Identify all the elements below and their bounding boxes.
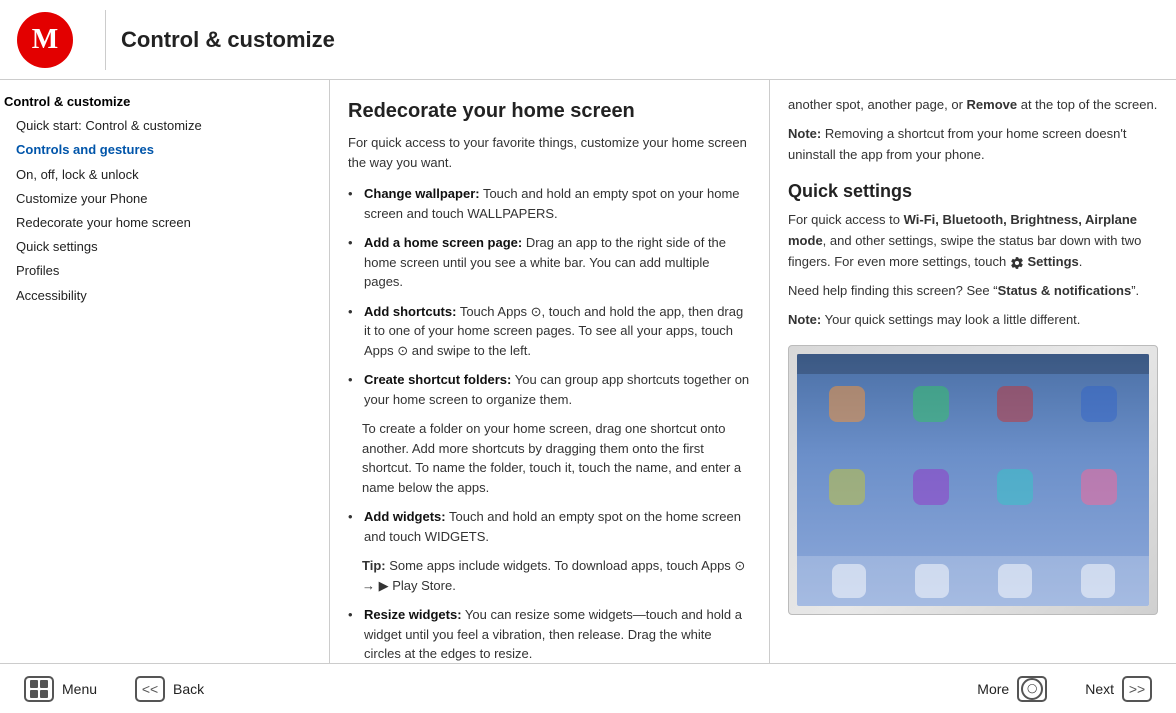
qs-intro: For quick access to [788, 212, 900, 227]
menu-icon [24, 676, 54, 702]
phone-dock-icon [832, 564, 866, 598]
bullet-bold-add-widgets: Add widgets: [364, 509, 446, 524]
phone-dock [797, 556, 1149, 606]
content-intro: For quick access to your favorite things… [348, 133, 751, 172]
bottom-toolbar: Menu << Back More ◯ Next >> [0, 663, 1176, 713]
sidebar-item-redecorate-home[interactable]: Redecorate your home screen [0, 211, 329, 235]
menu-button[interactable]: Menu [10, 670, 111, 708]
sidebar-item-profiles[interactable]: Profiles [0, 259, 329, 283]
sidebar-item-controls-gestures[interactable]: Controls and gestures [0, 138, 329, 162]
next-button[interactable]: Next >> [1071, 670, 1166, 708]
bullet-list-2: • Add widgets: Touch and hold an empty s… [348, 507, 751, 546]
phone-app-icon [997, 469, 1033, 505]
content-area: Redecorate your home screen For quick ac… [330, 80, 1176, 663]
bullet-list: • Change wallpaper: Touch and hold an em… [348, 184, 751, 409]
toolbar-right: More ◯ Next >> [963, 670, 1176, 708]
header: M Control & customize [0, 0, 1176, 80]
more-button[interactable]: More ◯ [963, 670, 1061, 708]
remove-label: Remove [967, 97, 1018, 112]
continuation-text: another spot, another page, or [788, 97, 963, 112]
motorola-logo: M [17, 12, 73, 68]
quick-settings-content: For quick access to Wi-Fi, Bluetooth, Br… [788, 210, 1158, 272]
note1: Note: Removing a shortcut from your home… [788, 124, 1158, 166]
bullet-bold-resize-widgets: Resize widgets: [364, 607, 462, 622]
phone-screenshot [788, 345, 1158, 615]
phone-dock-icon [1081, 564, 1115, 598]
page-title: Control & customize [121, 27, 335, 53]
right-panel: another spot, another page, or Remove at… [770, 80, 1176, 663]
list-item: • Create shortcut folders: You can group… [348, 370, 751, 409]
status-notifications-label: Status & notifications [998, 283, 1132, 298]
phone-app-icon [1081, 386, 1117, 422]
list-item: • Resize widgets: You can resize some wi… [348, 605, 751, 663]
sidebar-item-accessibility[interactable]: Accessibility [0, 284, 329, 308]
help-text: Need help finding this screen? See “Stat… [788, 281, 1158, 302]
sidebar-item-control-customize[interactable]: Control & customize [0, 90, 329, 114]
toolbar-left: Menu << Back [0, 670, 218, 708]
main-content-panel: Redecorate your home screen For quick ac… [330, 80, 770, 663]
sidebar-item-customize-phone[interactable]: Customize your Phone [0, 187, 329, 211]
sidebar-item-quick-start[interactable]: Quick start: Control & customize [0, 114, 329, 138]
main-layout: Control & customizeQuick start: Control … [0, 80, 1176, 663]
settings-gear-icon [1010, 256, 1024, 270]
bullet-bold-create-folders: Create shortcut folders: [364, 372, 511, 387]
phone-status-bar [797, 354, 1149, 374]
note2-text: Your quick settings may look a little di… [821, 312, 1080, 327]
phone-screen [797, 354, 1149, 606]
sub-paragraph: To create a folder on your home screen, … [362, 419, 751, 497]
settings-label: Settings [1027, 254, 1078, 269]
next-icon: >> [1122, 676, 1152, 702]
content-title: Redecorate your home screen [348, 100, 751, 123]
phone-app-icon [1081, 469, 1117, 505]
phone-app-icon [829, 469, 865, 505]
phone-app-icon [997, 386, 1033, 422]
qs-text: , and other settings, swipe the status b… [788, 233, 1141, 269]
quick-settings-title: Quick settings [788, 181, 1158, 202]
more-icon: ◯ [1017, 676, 1047, 702]
continuation-text2: at the top of the screen. [1017, 97, 1157, 112]
sidebar-item-on-off-lock[interactable]: On, off, lock & unlock [0, 163, 329, 187]
menu-label: Menu [62, 681, 97, 697]
list-item: • Add shortcuts: Touch Apps ⊙, touch and… [348, 302, 751, 361]
header-divider [105, 10, 106, 70]
phone-app-icon [913, 469, 949, 505]
tip-note: Tip: Some apps include widgets. To downl… [362, 556, 751, 595]
tip-text: Some apps include widgets. To download a… [362, 558, 745, 593]
back-button[interactable]: << Back [121, 670, 218, 708]
back-icon: << [135, 676, 165, 702]
bullet-bold-add-shortcuts: Add shortcuts: [364, 304, 456, 319]
more-label: More [977, 681, 1009, 697]
right-continuation: another spot, another page, or Remove at… [788, 95, 1158, 116]
phone-app-icon [829, 386, 865, 422]
phone-dock-icon [998, 564, 1032, 598]
next-label: Next [1085, 681, 1114, 697]
note2: Note: Your quick settings may look a lit… [788, 310, 1158, 331]
bullet-list-3: • Resize widgets: You can resize some wi… [348, 605, 751, 663]
tip-label: Tip: [362, 558, 386, 573]
list-item: • Add a home screen page: Drag an app to… [348, 233, 751, 292]
note1-label: Note: [788, 126, 821, 141]
sidebar: Control & customizeQuick start: Control … [0, 80, 330, 663]
phone-icons-area [797, 374, 1149, 556]
phone-app-icon [913, 386, 949, 422]
phone-dock-icon [915, 564, 949, 598]
logo-area: M [0, 2, 90, 78]
bullet-bold-add-home-page: Add a home screen page: [364, 235, 522, 250]
list-item: • Change wallpaper: Touch and hold an em… [348, 184, 751, 223]
back-label: Back [173, 681, 204, 697]
bullet-bold-change-wallpaper: Change wallpaper: [364, 186, 480, 201]
note2-label: Note: [788, 312, 821, 327]
list-item: • Add widgets: Touch and hold an empty s… [348, 507, 751, 546]
note1-text: Removing a shortcut from your home scree… [788, 126, 1126, 162]
sidebar-item-quick-settings[interactable]: Quick settings [0, 235, 329, 259]
